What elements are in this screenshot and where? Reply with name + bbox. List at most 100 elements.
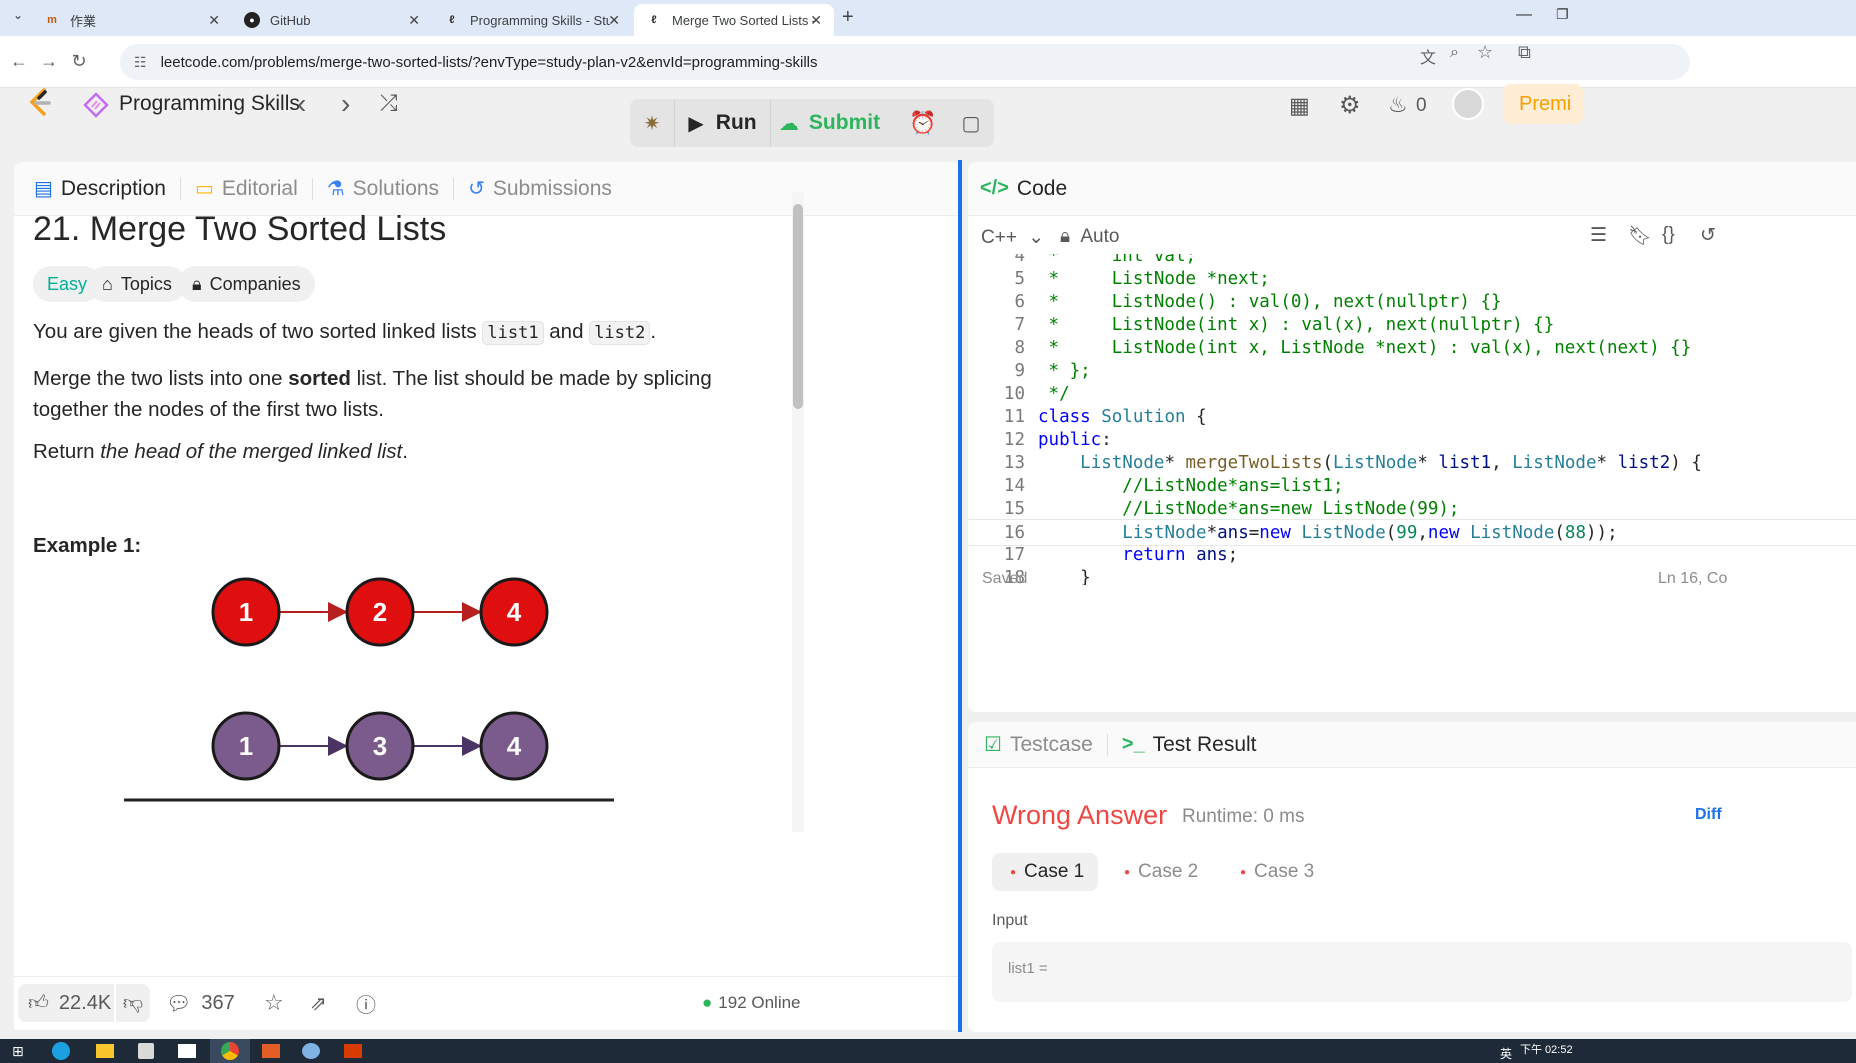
case-tab-2[interactable]: ● Case 2 — [1106, 853, 1212, 891]
code-text: //ListNode*ans=list1; — [1122, 476, 1344, 496]
browser-tab-github[interactable]: ● GitHub ✕ — [232, 4, 432, 36]
close-icon[interactable]: ✕ — [408, 12, 420, 29]
case-tab-3[interactable]: ● Case 3 — [1222, 853, 1328, 891]
tab-test-result[interactable]: >_ Test Result — [1121, 733, 1271, 756]
language-select[interactable]: C++ ⌄ — [981, 226, 1044, 249]
thumbs-down-icon: 👎︎ — [122, 992, 144, 1014]
submit-button[interactable]: ☁ Submit — [770, 99, 888, 147]
like-button[interactable]: 👍︎ 22.4K — [18, 984, 114, 1022]
close-icon[interactable]: ✕ — [608, 12, 620, 29]
leetcode-icon: ℓ — [651, 14, 657, 26]
tab-solutions[interactable]: ⚗ Solutions — [327, 177, 455, 200]
cloud-upload-icon: ☁ — [778, 112, 799, 135]
new-tab-button[interactable]: + — [842, 6, 862, 28]
runtime-text: Runtime: 0 ms — [1182, 806, 1305, 827]
bug-icon: ✷ — [643, 112, 661, 135]
mail-icon[interactable] — [178, 1044, 196, 1058]
bookmark-star-icon[interactable]: ☆ — [1477, 42, 1493, 63]
forward-button[interactable]: → — [36, 48, 62, 74]
braces-icon[interactable]: {} — [1662, 224, 1675, 246]
app-icon[interactable] — [262, 1044, 280, 1058]
favorite-star-icon[interactable]: ☆ — [264, 984, 284, 1022]
tab-description[interactable]: ▤ Description — [34, 177, 181, 200]
clock[interactable]: 下午 02:52 — [1520, 1041, 1573, 1057]
next-problem-icon[interactable]: › — [341, 88, 350, 120]
tab-editorial[interactable]: ▭ Editorial — [195, 177, 313, 200]
close-icon[interactable]: ✕ — [208, 12, 220, 29]
fail-dot-icon: ● — [1010, 866, 1017, 878]
tag-icon: ⌂ — [102, 273, 113, 294]
chrome-icon[interactable] — [210, 1039, 250, 1063]
problem-title[interactable]: 21. Merge Two Sorted Lists — [33, 210, 446, 249]
help-icon[interactable]: ⓘ — [356, 984, 376, 1022]
study-plan-title[interactable]: Programming Skills — [119, 92, 300, 116]
list-node-value: 4 — [507, 731, 522, 761]
panel-resizer[interactable] — [958, 160, 962, 1032]
code-brackets-icon: </> — [980, 177, 1009, 199]
browser-tab-merge-lists[interactable]: ℓ Merge Two Sorted Lists - Leet ✕ — [634, 4, 834, 36]
companies-button[interactable]: 🔒︎ Companies — [178, 266, 315, 302]
minimize-button[interactable]: — — [1516, 6, 1532, 24]
tab-search-button[interactable]: ⌄ — [8, 8, 28, 28]
diff-toggle[interactable]: Diff — [1695, 806, 1722, 824]
browser-tab-teams[interactable]: m 作業 ✕ — [32, 4, 232, 36]
code-editor[interactable]: 4 * int val; 5 * ListNode *next; 6 * ListN… — [968, 254, 1856, 585]
paint-icon[interactable] — [302, 1043, 320, 1059]
restore-button[interactable]: ❐ — [1556, 6, 1569, 23]
code-panel: </> Code C++ ⌄ 🔒︎ Auto ☰ 🔖︎ {} ↺ 4 * int… — [968, 162, 1856, 712]
reload-button[interactable]: ↻ — [66, 48, 92, 74]
prev-problem-icon[interactable]: ‹ — [297, 88, 306, 120]
windows-start-icon[interactable]: ⊞ — [12, 1043, 24, 1060]
share-icon[interactable]: ⇗ — [310, 984, 327, 1022]
fail-dot-icon: ● — [1240, 866, 1247, 878]
case-tab-1[interactable]: ● Case 1 — [992, 853, 1098, 891]
editor-toolbar: C++ ⌄ 🔒︎ Auto ☰ 🔖︎ {} ↺ — [968, 216, 1856, 254]
run-button[interactable]: ▶ Run — [674, 99, 770, 147]
edge-icon[interactable] — [52, 1042, 70, 1060]
file-explorer-icon[interactable] — [96, 1044, 114, 1058]
shuffle-icon[interactable]: ⤮ — [380, 90, 398, 116]
chevron-down-icon: ⌄ — [1028, 227, 1045, 248]
inline-code: list1 — [482, 321, 544, 345]
close-icon[interactable]: ✕ — [810, 12, 822, 29]
ime-indicator[interactable]: 英 — [1500, 1045, 1512, 1062]
browser-tab-study-plan[interactable]: ℓ Programming Skills - Study Pl ✕ — [432, 4, 632, 36]
premium-button[interactable]: Premi — [1503, 84, 1583, 124]
tab-submissions[interactable]: ↺ Submissions — [468, 177, 626, 201]
comment-icon: 💬︎ — [166, 992, 192, 1015]
timer-button[interactable]: ⏰ — [902, 99, 944, 147]
code-text: ListNode* mergeTwoLists(ListNode* list1,… — [1080, 453, 1702, 473]
description-tabs: ▤ Description ▭ Editorial ⚗ Solutions ↺ … — [14, 162, 960, 216]
comments-button[interactable]: 💬︎ 367 — [166, 984, 235, 1022]
tab-testcase[interactable]: ☑ Testcase — [984, 733, 1108, 756]
inline-code: list2 — [589, 321, 651, 345]
extensions-icon[interactable]: ⧉ — [1518, 42, 1531, 63]
code-text: * ListNode(int x, ListNode *next) : val(… — [1038, 338, 1692, 358]
terminal-icon: >_ — [1121, 733, 1145, 755]
code-text: ListNode*ans=new ListNode(99,new ListNod… — [1122, 523, 1618, 543]
notes-button[interactable]: ▢ — [950, 99, 992, 147]
debug-button[interactable]: ✷ — [630, 99, 674, 147]
reset-icon[interactable]: ↺ — [1700, 224, 1716, 247]
tab-code[interactable]: </> Code — [980, 177, 1081, 200]
online-dot-icon: ● — [702, 993, 713, 1012]
back-button[interactable]: ← — [6, 48, 32, 74]
zoom-icon[interactable]: ⌕ — [1450, 44, 1459, 62]
scrollbar[interactable] — [792, 192, 804, 832]
layout-icon[interactable]: ▦ — [1289, 93, 1310, 119]
format-icon[interactable]: ☰ — [1590, 224, 1607, 247]
app-icon[interactable] — [344, 1044, 362, 1058]
streak-flame-icon[interactable]: ♨ — [1388, 92, 1408, 118]
topics-button[interactable]: ⌂ Topics — [88, 266, 186, 302]
autocomplete-mode[interactable]: 🔒︎ Auto — [1060, 226, 1119, 248]
lock-icon: 🔒︎ — [192, 273, 202, 294]
translate-icon[interactable]: 文 — [1420, 44, 1436, 68]
store-icon[interactable] — [138, 1043, 154, 1059]
settings-gear-icon[interactable]: ⚙ — [1339, 91, 1361, 120]
bookmark-icon[interactable]: 🔖︎ — [1628, 224, 1652, 248]
avatar[interactable] — [1452, 88, 1484, 120]
scrollbar-thumb[interactable] — [793, 204, 803, 409]
site-info-icon[interactable]: ☷ — [134, 54, 147, 71]
leetcode-logo[interactable] — [27, 88, 55, 118]
dislike-button[interactable]: 👎︎ — [116, 984, 150, 1022]
